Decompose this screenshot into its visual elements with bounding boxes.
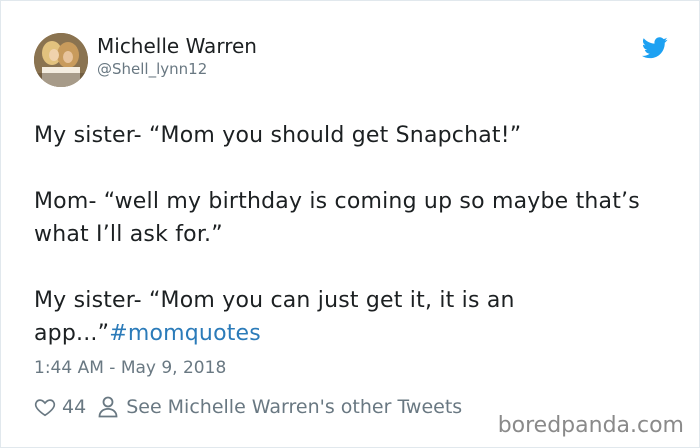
tweet-text: My sister- “Mom you should get Snapchat!… (34, 119, 674, 350)
avatar[interactable] (34, 33, 88, 87)
hashtag-link[interactable]: #momquotes (109, 321, 261, 346)
other-tweets-link[interactable]: See Michelle Warren's other Tweets (126, 396, 462, 418)
tweet-line-2: Mom- “well my birthday is coming up so m… (34, 189, 640, 247)
author-screen-name[interactable]: @Shell_lynn12 (97, 60, 207, 78)
tweet-line-1: My sister- “Mom you should get Snapchat!… (34, 123, 522, 148)
tweet-line-3-text: My sister- “Mom you can just get it, it … (34, 288, 515, 346)
tweet-card: Michelle Warren @Shell_lynn12 My sister-… (0, 0, 700, 448)
watermark-text: boredpanda.com (497, 413, 684, 438)
person-icon[interactable] (98, 396, 118, 418)
avatar-photo (34, 33, 88, 87)
tweet-actions: 44 See Michelle Warren's other Tweets (34, 394, 462, 420)
tweet-timestamp[interactable]: 1:44 AM - May 9, 2018 (34, 358, 226, 378)
twitter-bird-icon[interactable] (642, 37, 668, 59)
author-display-name[interactable]: Michelle Warren (97, 34, 257, 58)
heart-icon[interactable] (34, 396, 56, 418)
tweet-line-3: My sister- “Mom you can just get it, it … (34, 284, 674, 350)
like-count[interactable]: 44 (62, 396, 86, 418)
